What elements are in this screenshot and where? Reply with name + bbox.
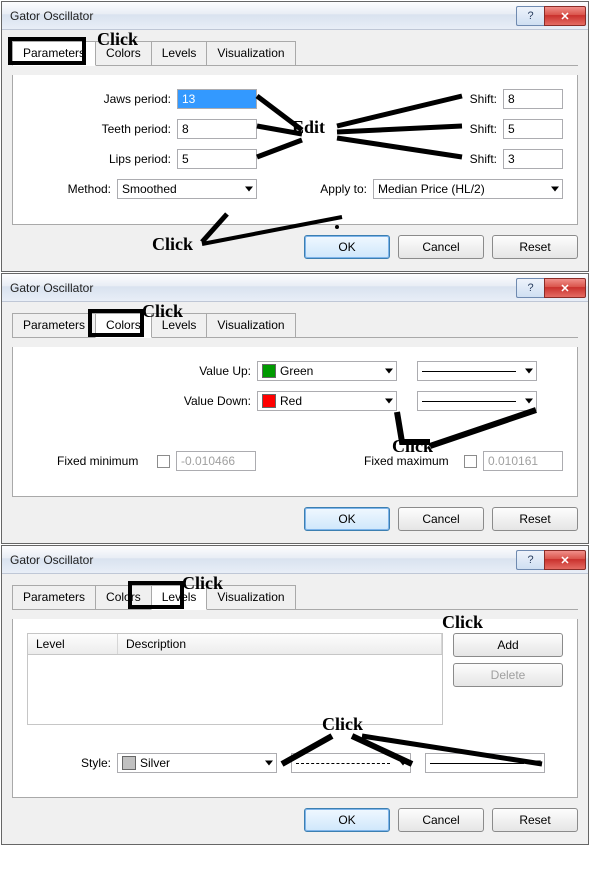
tab-bar: Parameters Colors Levels Visualization <box>12 313 578 338</box>
dialog-levels: Gator Oscillator ? ✕ Parameters Colors L… <box>1 545 589 845</box>
label-style: Style: <box>27 756 117 770</box>
select-style-linestyle[interactable] <box>291 753 411 773</box>
tab-parameters[interactable]: Parameters <box>12 41 96 66</box>
panel-levels: Level Description Add Delete Style: Silv… <box>12 619 578 798</box>
levels-table-header: Level Description <box>27 633 443 655</box>
reset-button[interactable]: Reset <box>492 507 578 531</box>
line-sample <box>430 763 524 764</box>
color-swatch-silver <box>122 756 136 770</box>
input-jaws-period[interactable] <box>177 89 257 109</box>
label-fixed-max: Fixed maximum <box>364 454 464 468</box>
reset-button[interactable]: Reset <box>492 808 578 832</box>
label-shift1: Shift: <box>453 92 503 106</box>
chevron-down-icon <box>525 399 533 404</box>
select-method[interactable]: Smoothed <box>117 179 257 199</box>
ok-button[interactable]: OK <box>304 507 390 531</box>
help-button[interactable]: ? <box>516 278 544 298</box>
tab-visualization[interactable]: Visualization <box>206 41 295 65</box>
label-shift2: Shift: <box>453 122 503 136</box>
chevron-down-icon <box>525 369 533 374</box>
tab-levels[interactable]: Levels <box>151 585 208 610</box>
close-button[interactable]: ✕ <box>544 278 586 298</box>
cancel-button[interactable]: Cancel <box>398 808 484 832</box>
color-swatch-green <box>262 364 276 378</box>
window-title: Gator Oscillator <box>10 281 516 295</box>
help-button[interactable]: ? <box>516 6 544 26</box>
button-row: OK Cancel Reset <box>12 235 578 259</box>
window-title: Gator Oscillator <box>10 553 516 567</box>
select-apply-to[interactable]: Median Price (HL/2) <box>373 179 563 199</box>
tab-bar: Parameters Colors Levels Visualization <box>12 41 578 66</box>
dialog-parameters: Gator Oscillator ? ✕ Parameters Colors L… <box>1 1 589 272</box>
titlebar: Gator Oscillator ? ✕ <box>2 2 588 30</box>
chevron-down-icon <box>533 761 541 766</box>
tab-colors[interactable]: Colors <box>95 585 152 609</box>
tab-levels[interactable]: Levels <box>151 313 208 337</box>
select-style-linewidth[interactable] <box>425 753 545 773</box>
checkbox-fixed-max[interactable] <box>464 455 477 468</box>
close-button[interactable]: ✕ <box>544 550 586 570</box>
tab-levels[interactable]: Levels <box>151 41 208 65</box>
select-value-up-width[interactable] <box>417 361 537 381</box>
line-sample <box>422 401 516 402</box>
chevron-down-icon <box>385 399 393 404</box>
tab-colors[interactable]: Colors <box>95 313 152 338</box>
close-button[interactable]: ✕ <box>544 6 586 26</box>
label-method: Method: <box>27 182 117 196</box>
checkbox-fixed-min[interactable] <box>157 455 170 468</box>
label-lips: Lips period: <box>27 152 177 166</box>
select-value-down-color[interactable]: Red <box>257 391 397 411</box>
input-fixed-max[interactable] <box>483 451 563 471</box>
line-sample-dashed <box>296 763 390 764</box>
ok-button[interactable]: OK <box>304 235 390 259</box>
panel-parameters: Jaws period: Shift: Teeth period: Shift:… <box>12 75 578 225</box>
tab-visualization[interactable]: Visualization <box>206 313 295 337</box>
panel-colors: Value Up: Green Value Down: Red <box>12 347 578 497</box>
select-style-color[interactable]: Silver <box>117 753 277 773</box>
input-lips-period[interactable] <box>177 149 257 169</box>
chevron-down-icon <box>385 369 393 374</box>
help-button[interactable]: ? <box>516 550 544 570</box>
tab-parameters[interactable]: Parameters <box>12 585 96 609</box>
label-value-up: Value Up: <box>27 364 257 378</box>
select-value-down-width[interactable] <box>417 391 537 411</box>
label-jaws: Jaws period: <box>27 92 177 106</box>
chevron-down-icon <box>399 761 407 766</box>
window-title: Gator Oscillator <box>10 9 516 23</box>
label-shift3: Shift: <box>453 152 503 166</box>
label-value-down: Value Down: <box>27 394 257 408</box>
tab-bar: Parameters Colors Levels Visualization <box>12 585 578 610</box>
input-shift1[interactable] <box>503 89 563 109</box>
chevron-down-icon <box>551 187 559 192</box>
select-value-up-color[interactable]: Green <box>257 361 397 381</box>
tab-visualization[interactable]: Visualization <box>206 585 295 609</box>
ok-button[interactable]: OK <box>304 808 390 832</box>
input-teeth-period[interactable] <box>177 119 257 139</box>
reset-button[interactable]: Reset <box>492 235 578 259</box>
add-button[interactable]: Add <box>453 633 563 657</box>
dialog-colors: Gator Oscillator ? ✕ Parameters Colors L… <box>1 273 589 544</box>
button-row: OK Cancel Reset <box>12 507 578 531</box>
levels-table-body[interactable] <box>27 655 443 725</box>
input-shift3[interactable] <box>503 149 563 169</box>
color-swatch-red <box>262 394 276 408</box>
input-shift2[interactable] <box>503 119 563 139</box>
delete-button[interactable]: Delete <box>453 663 563 687</box>
label-teeth: Teeth period: <box>27 122 177 136</box>
line-sample <box>422 371 516 372</box>
chevron-down-icon <box>245 187 253 192</box>
titlebar: Gator Oscillator ? ✕ <box>2 546 588 574</box>
label-apply: Apply to: <box>303 182 373 196</box>
button-row: OK Cancel Reset <box>12 808 578 832</box>
chevron-down-icon <box>265 761 273 766</box>
tab-colors[interactable]: Colors <box>95 41 152 65</box>
tab-parameters[interactable]: Parameters <box>12 313 96 337</box>
cancel-button[interactable]: Cancel <box>398 507 484 531</box>
titlebar: Gator Oscillator ? ✕ <box>2 274 588 302</box>
cancel-button[interactable]: Cancel <box>398 235 484 259</box>
col-level: Level <box>28 634 118 654</box>
label-fixed-min: Fixed minimum <box>27 454 157 468</box>
col-description: Description <box>118 634 442 654</box>
input-fixed-min[interactable] <box>176 451 256 471</box>
